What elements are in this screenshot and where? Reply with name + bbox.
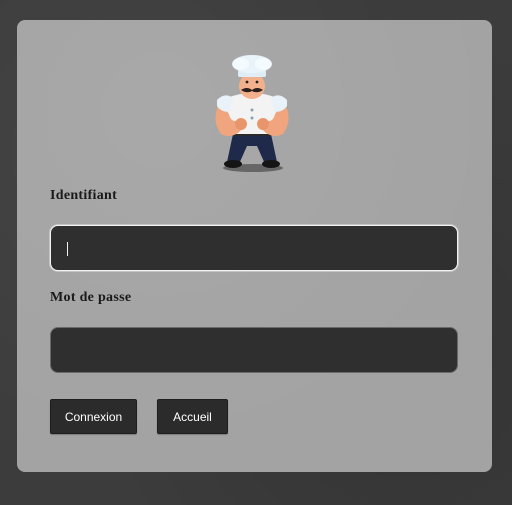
username-input[interactable] <box>50 225 458 271</box>
login-button[interactable]: Connexion <box>50 399 137 434</box>
login-card: Identifiant Mot de passe Connexion Accue… <box>17 20 492 472</box>
chef-mascot-icon <box>215 55 289 172</box>
text-cursor <box>67 242 68 256</box>
home-button[interactable]: Accueil <box>157 399 228 434</box>
username-label: Identifiant <box>50 188 118 203</box>
password-label: Mot de passe <box>50 290 132 305</box>
password-input[interactable] <box>50 327 458 373</box>
